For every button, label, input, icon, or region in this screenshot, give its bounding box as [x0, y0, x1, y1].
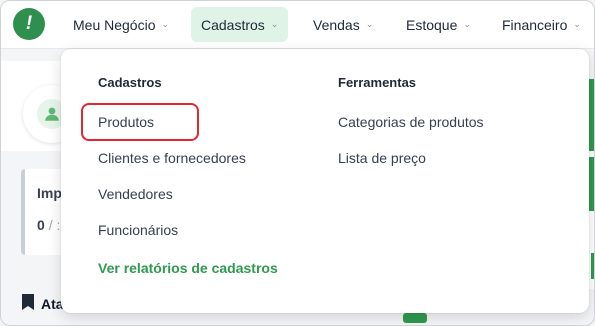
status-bar — [591, 253, 594, 279]
cadastros-dropdown: Cadastros Produtos Clientes e fornecedor… — [61, 49, 589, 313]
chevron-down-icon: ⌄ — [463, 19, 471, 29]
logo-icon[interactable]: ! — [13, 8, 45, 40]
report-link[interactable]: Ver relatórios de cadastros — [98, 260, 278, 276]
menu-item-vendedores[interactable]: Vendedores — [98, 186, 173, 202]
app-window: ! Meu Negócio ⌄ Cadastros ⌄ Vendas ⌄ Est… — [0, 0, 595, 326]
stat-separator: / : — [48, 217, 61, 233]
status-badge — [403, 313, 427, 323]
chevron-down-icon: ⌄ — [365, 19, 374, 29]
menu-item-categorias-produtos[interactable]: Categorias de produtos — [338, 114, 484, 130]
menu-item-funcionarios[interactable]: Funcionários — [98, 222, 178, 238]
nav-financeiro[interactable]: Financeiro ⌄ — [492, 7, 591, 42]
nav-cadastros[interactable]: Cadastros ⌄ — [191, 7, 289, 42]
menu-item-clientes-fornecedores[interactable]: Clientes e fornecedores — [98, 150, 246, 166]
menu-item-produtos[interactable]: Produtos — [98, 114, 154, 130]
nav-label: Financeiro — [502, 16, 568, 33]
chevron-down-icon: ⌄ — [161, 19, 170, 29]
nav-vendas[interactable]: Vendas ⌄ — [303, 7, 383, 42]
nav-label: Vendas — [313, 16, 360, 33]
stat-value: 0 / : — [37, 217, 60, 233]
status-bar — [589, 79, 594, 151]
nav-label: Meu Negócio — [73, 16, 156, 33]
chevron-down-icon: ⌄ — [573, 19, 581, 29]
stat-number: 0 — [37, 217, 45, 233]
top-nav: ! Meu Negócio ⌄ Cadastros ⌄ Vendas ⌄ Est… — [1, 1, 594, 49]
bookmark-icon — [21, 293, 35, 316]
column-title-ferramentas: Ferramentas — [338, 75, 417, 90]
menu-item-lista-preco[interactable]: Lista de preço — [338, 150, 426, 166]
column-title-cadastros: Cadastros — [98, 75, 162, 90]
nav-label: Cadastros — [201, 16, 265, 33]
chevron-down-icon: ⌄ — [270, 19, 279, 29]
nav-label: Estoque — [406, 16, 458, 33]
status-bar — [589, 157, 594, 211]
nav-meu-negocio[interactable]: Meu Negócio ⌄ — [63, 7, 179, 42]
stat-label: Imp — [37, 185, 62, 201]
nav-estoque[interactable]: Estoque ⌄ — [396, 7, 481, 42]
logo-glyph: ! — [25, 13, 33, 34]
